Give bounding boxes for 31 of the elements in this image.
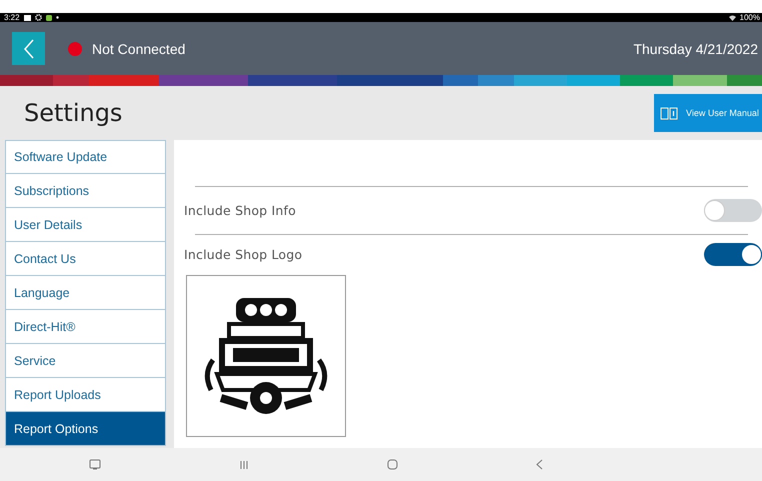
image-icon (24, 14, 31, 20)
recent-apps-icon[interactable] (239, 460, 249, 470)
back-button[interactable] (12, 32, 45, 65)
sidebar-item[interactable]: Report Uploads (5, 378, 166, 412)
app-icon (46, 14, 52, 20)
date: Thursday 4/21/2022 (633, 40, 758, 56)
sidebar-item[interactable]: Language (5, 276, 166, 310)
back-icon (22, 38, 34, 58)
view-user-manual-button[interactable]: View User Manual (654, 94, 762, 132)
battery-level: 100% (740, 13, 760, 22)
home-icon[interactable] (387, 459, 398, 470)
clock-time: 3:22 (4, 13, 20, 22)
page-title: Settings (24, 99, 122, 127)
connection-status: Not Connected (92, 40, 186, 56)
sidebar-item[interactable]: Service (5, 344, 166, 378)
sidebar-item[interactable]: Contact Us (5, 242, 166, 276)
sidebar-item[interactable]: Software Update (5, 140, 166, 174)
dot-icon (56, 16, 59, 19)
option-label: Include Shop Logo (184, 246, 302, 262)
sidebar-item[interactable]: Report Options (5, 412, 166, 446)
gear-icon (34, 14, 42, 21)
book-icon (660, 106, 678, 120)
wifi-icon (728, 14, 736, 20)
sidebar-item[interactable]: User Details (5, 208, 166, 242)
option-label: Include Shop Info (184, 203, 296, 218)
sidebar-item[interactable]: Direct-Hit® (5, 310, 166, 344)
back-icon[interactable] (536, 459, 543, 470)
sidebar-item[interactable]: Subscriptions (5, 174, 166, 208)
toggle-switch[interactable] (704, 199, 762, 222)
screenshot-icon[interactable] (89, 459, 101, 470)
toggle-switch[interactable] (704, 242, 762, 266)
